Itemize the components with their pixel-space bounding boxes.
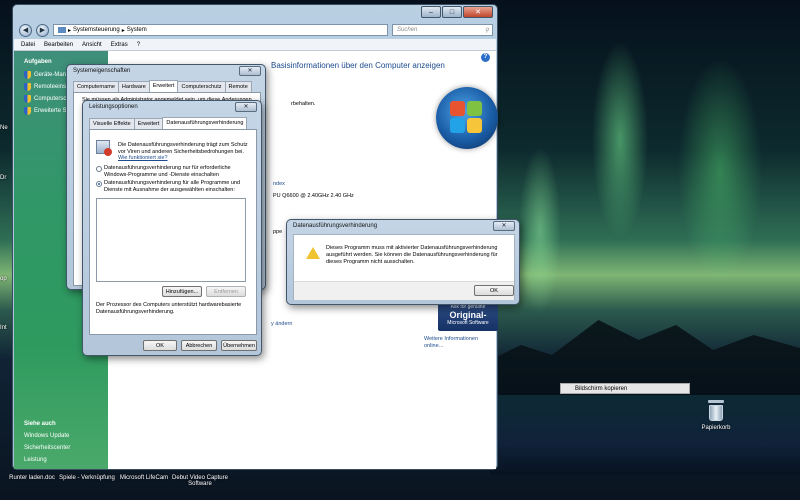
address-bar[interactable]: ▸ Systemsteuerung ▸ System: [53, 24, 388, 36]
apply-button[interactable]: Übernehmen: [221, 340, 257, 351]
dep-computer-icon: [96, 140, 112, 156]
change-fragment[interactable]: y ändern: [271, 321, 292, 328]
dep-option-essential-label: Datenausführungsverhinderung nur für erf…: [104, 165, 231, 178]
desktop-item-lifecam[interactable]: Microsoft LifeCam: [116, 475, 172, 481]
dep-description: Die Datenausführungsverhinderung trägt z…: [118, 142, 248, 155]
workgroup-fragment: ppe: [273, 229, 283, 235]
computer-icon: [58, 27, 66, 33]
remove-button[interactable]: Entfernen: [206, 286, 246, 297]
minimize-button[interactable]: –: [421, 6, 441, 18]
close-button[interactable]: ✕: [493, 221, 515, 231]
window-controls: – □ ✕: [421, 6, 493, 18]
sidebar-tasks-title: Aufgaben: [24, 59, 52, 65]
alert-body: Dieses Programm muss mit aktivierter Dat…: [293, 234, 515, 300]
breadcrumb-control-panel[interactable]: Systemsteuerung: [73, 27, 120, 33]
add-button[interactable]: Hinzufügen...: [162, 286, 202, 297]
close-button[interactable]: ✕: [239, 66, 261, 76]
back-arrow-icon[interactable]: ◀: [19, 23, 32, 37]
search-input[interactable]: Suchen ⚲: [392, 24, 493, 36]
warning-icon: [306, 247, 320, 259]
search-icon: ⚲: [484, 27, 489, 34]
menu-view[interactable]: Ansicht: [82, 42, 102, 48]
sidebar-see-also-title: Siehe auch: [24, 421, 56, 427]
dep-alert-dialog: Datenausführungsverhinderung ✕ Dieses Pr…: [286, 219, 520, 305]
menu-tools[interactable]: Extras: [111, 42, 128, 48]
menu-file[interactable]: Datei: [21, 42, 35, 48]
desktop-item-debut[interactable]: Debut Video Capture Software: [170, 475, 230, 487]
shield-icon: [24, 71, 31, 79]
genuine-microsoft-badge: Ask for genuine Original- Microsoft Soft…: [438, 301, 498, 331]
windows-flag-icon: [450, 101, 484, 135]
ok-button[interactable]: OK: [143, 340, 177, 351]
processor-info: PU Q6600 @ 2.40GHz 2.40 GHz: [273, 193, 354, 199]
recycle-bin-label: Papierkorb: [701, 425, 731, 431]
dialog-title: Leistungsoptionen: [89, 104, 138, 110]
desktop-fragment: Ne: [0, 125, 8, 131]
sidebar-item-security-center[interactable]: Sicherheitscenter: [24, 445, 70, 451]
menu-edit[interactable]: Bearbeiten: [44, 42, 73, 48]
desktop-fragment: op: [0, 276, 7, 282]
page-title: Basisinformationen über den Computer anz…: [271, 61, 445, 70]
context-menu-item-screenshot[interactable]: Bildschirm kopieren: [560, 383, 690, 394]
windows-logo: [436, 87, 498, 149]
recycle-bin[interactable]: Papierkorb: [696, 400, 736, 431]
exception-list[interactable]: [96, 198, 246, 282]
tab-panel: Die Datenausführungsverhinderung trägt z…: [89, 129, 257, 335]
dialog-title: Systemeigenschaften: [73, 68, 131, 74]
forward-arrow-icon[interactable]: ▶: [36, 23, 49, 37]
wallpaper-aurora: [500, 0, 800, 330]
alert-message: Dieses Programm muss mit aktivierter Dat…: [326, 245, 498, 265]
shield-icon: [24, 107, 31, 115]
dep-option-essential-radio[interactable]: [96, 166, 102, 172]
sidebar-item-windows-update[interactable]: Windows Update: [24, 433, 69, 439]
dep-option-all-label: Datenausführungsverhinderung für alle Pr…: [104, 180, 241, 193]
more-info-link[interactable]: Weitere Informationen online...: [424, 336, 496, 350]
dialog-title: Datenausführungsverhinderung: [293, 223, 378, 229]
recycle-bin-icon: [706, 400, 726, 422]
desktop-fragment: Dr: [0, 175, 7, 181]
index-fragment[interactable]: ndex: [273, 181, 285, 188]
how-it-works-link[interactable]: Wie funktioniert sie?: [118, 155, 168, 162]
dep-option-all-radio[interactable]: [96, 181, 102, 187]
cancel-button[interactable]: Abbrechen: [181, 340, 217, 351]
tab-dep[interactable]: Datenausführungsverhinderung: [162, 117, 248, 129]
wallpaper-lake: [490, 395, 800, 475]
ok-button[interactable]: OK: [474, 285, 514, 296]
dep-hardware-note: Der Prozessor des Computers unterstützt …: [96, 302, 242, 315]
desktop-item-spiele[interactable]: Spiele - Verknüpfung: [56, 475, 118, 481]
desktop-fragment: Int: [0, 325, 7, 331]
close-button[interactable]: ✕: [463, 6, 493, 18]
desktop-item-runter-laden[interactable]: Runter laden.doc: [4, 475, 60, 481]
performance-options-dialog: Leistungsoptionen ✕ Visuelle Effekte Erw…: [82, 100, 262, 356]
shield-icon: [24, 83, 31, 91]
menu-bar: Datei Bearbeiten Ansicht Extras ?: [14, 39, 496, 51]
rights-fragment: rbehalten.: [291, 101, 316, 107]
address-row: ◀ ▶ ▸ Systemsteuerung ▸ System Suchen ⚲: [19, 23, 493, 37]
breadcrumb-system[interactable]: System: [127, 27, 147, 33]
tab-advanced[interactable]: Erweitert: [148, 80, 179, 92]
help-icon[interactable]: ?: [481, 53, 490, 62]
close-button[interactable]: ✕: [235, 102, 257, 112]
sidebar-item-performance[interactable]: Leistung: [24, 457, 47, 463]
menu-help[interactable]: ?: [137, 42, 140, 48]
shield-icon: [24, 95, 31, 103]
maximize-button[interactable]: □: [442, 6, 462, 18]
